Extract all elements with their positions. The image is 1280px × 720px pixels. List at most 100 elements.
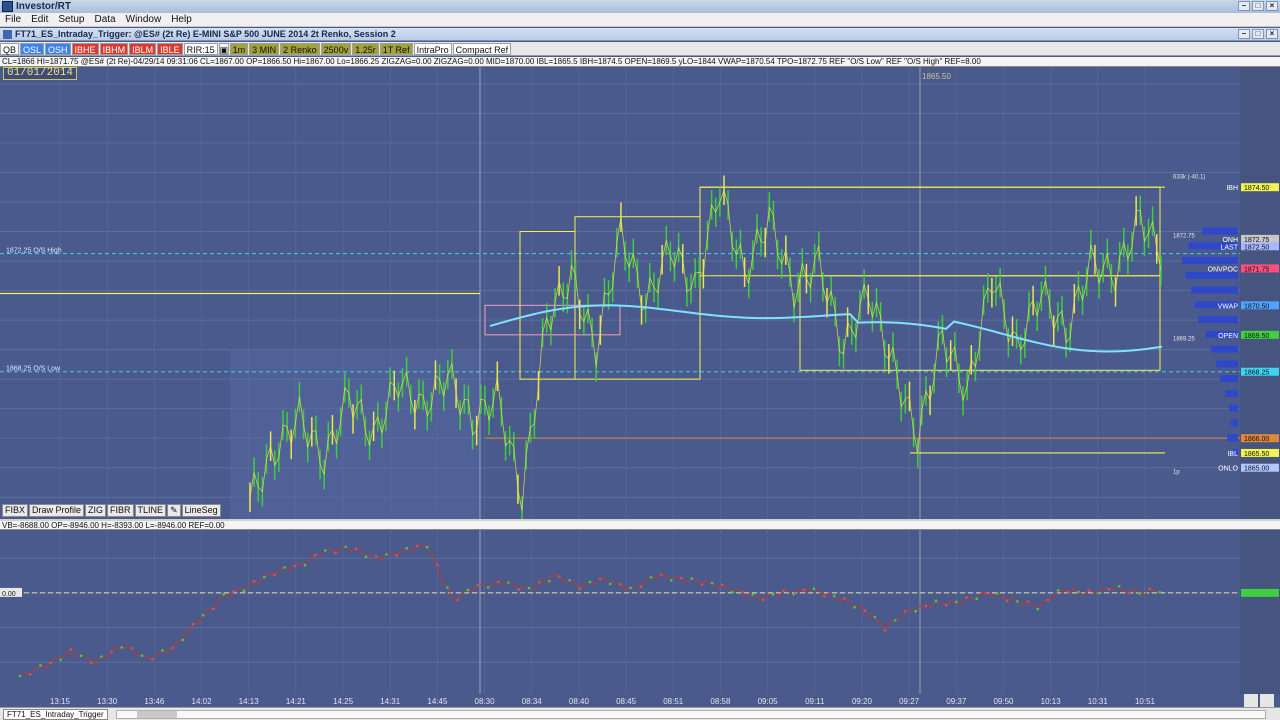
draw-tool-lineseg[interactable]: LineSeg [181, 504, 221, 517]
delta-point [822, 594, 826, 598]
delta-point [1046, 598, 1050, 602]
lock-icon[interactable]: ▣ [218, 42, 229, 55]
toolbar-button-14[interactable]: 1T Ref [379, 42, 413, 55]
settings-icon [1260, 694, 1274, 707]
volume-delta-chart[interactable]: 100000-10000-200000.00 [0, 530, 1280, 694]
toolbar-button-11[interactable]: 2 Renko [280, 42, 320, 55]
delta-point [18, 674, 22, 678]
level-note-b: 1872.75 [1173, 233, 1195, 239]
delta-point [995, 591, 999, 595]
delta-point [486, 586, 490, 589]
toolbar-button-13[interactable]: 1.25r [352, 42, 379, 55]
toolbar-button-4[interactable]: IBHM [99, 42, 129, 55]
pencil-icon[interactable]: ✎ [167, 504, 181, 517]
drawing-tools-bar: FIBX Draw Profile ZIG FIBR TLINE ✎ LineSeg [2, 504, 221, 517]
draw-tool-fibr[interactable]: FIBR [107, 504, 134, 517]
delta-point [79, 654, 83, 658]
toolbar-button-1[interactable]: OSL [20, 42, 45, 55]
volume-profile-bar [1229, 404, 1238, 412]
toolbar-button-7[interactable]: RIR:15 [183, 42, 218, 55]
chart-close-button[interactable]: × [1266, 29, 1278, 39]
minimize-button[interactable]: – [1238, 1, 1250, 11]
menu-data[interactable]: Data [90, 14, 121, 25]
delta-point [568, 578, 571, 582]
delta-point [934, 599, 938, 603]
volume-profile-bar [1202, 227, 1238, 235]
menu-window[interactable]: Window [121, 14, 167, 25]
draw-tool-draw-profile[interactable]: Draw Profile [29, 504, 85, 517]
status-bar: FT71_ES_Intraday_Trigger [0, 707, 1280, 720]
volume-profile-bar [1230, 419, 1238, 427]
time-tick-label: 13:15 [50, 697, 71, 706]
draw-tool-fibx[interactable]: FIBX [2, 504, 29, 517]
delta-point [639, 585, 643, 588]
toolbar-button-6[interactable]: IBLE [157, 42, 183, 55]
toolbar-button-16[interactable]: Compact Ref [452, 42, 512, 55]
toolbar-button-10[interactable]: 3 MIN [249, 42, 280, 55]
delta-point [222, 593, 225, 596]
delta-point [547, 579, 551, 583]
lower-indicator-info: VB=-8688.00 OP=-8946.00 H=-8393.00 L=-89… [0, 521, 1280, 530]
delta-point [1087, 589, 1090, 592]
menu-help[interactable]: Help [166, 14, 197, 25]
chart-date-label: 01/01/2014 [3, 67, 78, 80]
toolbar-button-12[interactable]: 2500v [320, 42, 352, 55]
delta-point [466, 588, 470, 592]
level-note-a: 1869.25 [1173, 337, 1195, 343]
delta-point [975, 597, 979, 601]
time-tick-label: 10:13 [1041, 697, 1062, 706]
toolbar-button-3[interactable]: IBHE [71, 42, 99, 55]
volume-profile-bar [1227, 434, 1238, 442]
chart-window-titlebar[interactable]: FT71_ES_Intraday_Trigger: @ES# (2t Re) E… [0, 28, 1280, 41]
price-chart[interactable]: 1878.001877.001876.001875.001874.001873.… [0, 67, 1280, 520]
delta-point [446, 586, 449, 589]
menu-edit[interactable]: Edit [26, 14, 53, 25]
lower-last-tag [1241, 588, 1279, 597]
delta-point [680, 576, 683, 580]
delta-point [364, 555, 368, 559]
toolbar-button-5[interactable]: IBLM [129, 42, 157, 55]
prior-session-shade [230, 349, 480, 520]
delta-point [873, 615, 877, 619]
menu-file[interactable]: File [0, 14, 26, 25]
delta-point [700, 583, 704, 586]
delta-point [883, 628, 887, 632]
price-marker-value: 1872.50 [1244, 244, 1269, 251]
draw-tool-zig[interactable]: ZIG [85, 504, 107, 517]
horizontal-scrollbar[interactable] [115, 709, 1266, 719]
chart-tab[interactable]: FT71_ES_Intraday_Trigger [3, 708, 108, 720]
price-marker-name: ONLO [1218, 466, 1238, 473]
delta-point [761, 598, 765, 602]
delta-point [893, 619, 897, 622]
delta-point [955, 600, 958, 604]
time-tick-label: 14:21 [286, 697, 307, 706]
delta-point [232, 590, 236, 593]
draw-tool-tline[interactable]: TLINE [134, 504, 167, 517]
delta-point [771, 593, 775, 596]
delta-point [385, 553, 388, 556]
toolbar-button-15[interactable]: IntraPro [413, 42, 452, 55]
toolbar-button-9[interactable]: 1m [229, 42, 249, 55]
delta-point [507, 581, 510, 584]
delta-point [965, 596, 968, 599]
toolbar-button-2[interactable]: OSH [45, 42, 71, 55]
close-button[interactable]: × [1266, 1, 1278, 11]
chart-minimize-button[interactable]: – [1238, 29, 1250, 39]
chart-maximize-button[interactable]: □ [1252, 29, 1264, 39]
delta-point [609, 582, 612, 586]
window-controls: – □ × [1238, 1, 1278, 11]
delta-point [649, 576, 653, 579]
delta-point [863, 609, 867, 612]
delta-point [242, 589, 246, 593]
indicator-info-line: CL=1866 HI=1871.75 @ES# (2t Re)-04/29/14… [0, 57, 1280, 67]
time-tick-label: 08:58 [710, 697, 731, 706]
menu-setup[interactable]: Setup [53, 14, 89, 25]
time-tick-label: 09:05 [758, 697, 779, 706]
delta-point [405, 547, 409, 550]
toolbar-button-0[interactable]: QB [0, 42, 20, 55]
delta-point [324, 549, 327, 552]
maximize-button[interactable]: □ [1252, 1, 1264, 11]
volume-profile-bar [1191, 286, 1238, 294]
price-marker-name: VWAP [1218, 303, 1239, 310]
scrollbar-thumb[interactable] [136, 710, 177, 718]
